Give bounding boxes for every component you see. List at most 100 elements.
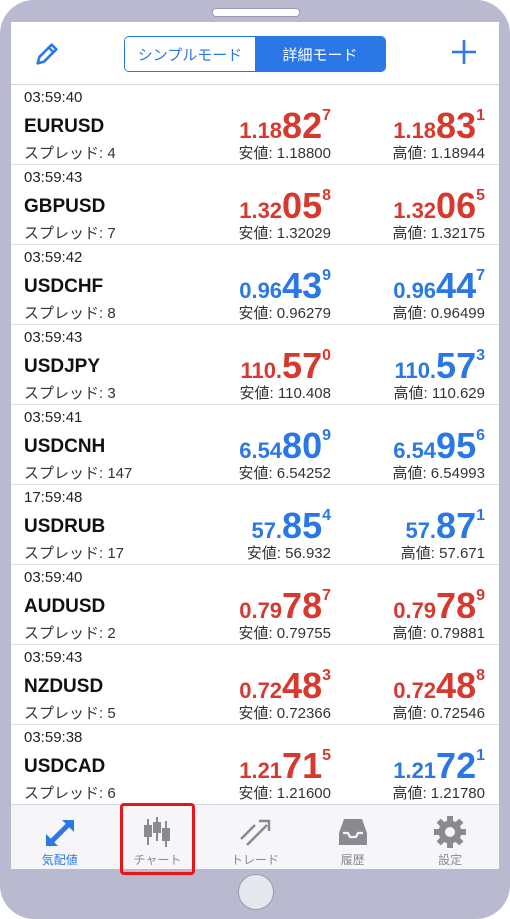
tab-quotes[interactable]: 気配値	[11, 805, 109, 869]
low-price: 安値: 0.79755	[238, 625, 331, 642]
quote-row[interactable]: 03:59:43 USDJPY スプレッド: 3 110.570 110.573 安値: …	[11, 325, 499, 405]
ask-price-prefix: 1.32	[393, 198, 437, 223]
spread-label: スプレッド: 5	[24, 705, 116, 722]
spread-label: スプレッド: 3	[24, 385, 116, 402]
history-inbox-icon	[338, 819, 367, 845]
quote-row[interactable]: 03:59:43 GBPUSD スプレッド: 7 1.32058 1.32065 安値: …	[11, 165, 499, 245]
low-price: 安値: 6.54252	[238, 465, 331, 482]
symbol-name: USDJPY	[24, 356, 101, 377]
ask-price-pip: 6	[476, 427, 485, 444]
symbol-name: GBPUSD	[24, 196, 106, 217]
ask-price-big: 57	[436, 345, 477, 386]
ask-price-pip: 7	[476, 267, 485, 284]
symbol-name: USDCHF	[24, 276, 104, 297]
ask-price-prefix: 57.	[405, 518, 437, 543]
high-price: 高値: 110.629	[393, 385, 485, 402]
ask-price: 0.96447	[315, 265, 485, 307]
mode-segmented-control: シンプルモード 詳細モード	[124, 36, 386, 72]
symbol-name: EURUSD	[24, 116, 105, 137]
bid-price-prefix: 0.72	[239, 678, 283, 703]
high-price: 高値: 1.21780	[392, 785, 485, 802]
bid-price: 1.32058	[161, 185, 331, 227]
quote-row[interactable]: 03:59:43 NZDUSD スプレッド: 5 0.72483 0.72488 安値: …	[11, 645, 499, 725]
high-price: 高値: 0.79881	[392, 625, 485, 642]
quote-row[interactable]: 03:59:40 AUDUSD スプレッド: 2 0.79787 0.79789 安値: …	[11, 565, 499, 645]
bid-price-prefix: 57.	[251, 518, 283, 543]
tab-history[interactable]: 履歴	[304, 805, 402, 869]
quote-time: 17:59:48	[24, 489, 83, 506]
ask-price-prefix: 110.	[394, 358, 437, 383]
quote-row[interactable]: 03:59:41 USDCNH スプレッド: 147 6.54809 6.54956 安値…	[11, 405, 499, 485]
ask-price: 1.18831	[315, 105, 485, 147]
high-price: 高値: 0.96499	[392, 305, 485, 322]
symbol-name: USDCNH	[24, 436, 106, 457]
ask-price-prefix: 1.21	[393, 758, 437, 783]
low-price: 安値: 56.932	[246, 545, 331, 562]
high-price: 高値: 6.54993	[392, 465, 485, 482]
tab-chart[interactable]: チャート	[109, 803, 207, 875]
ask-price-big: 44	[436, 265, 477, 306]
tab-history-label: 履歴	[340, 853, 365, 867]
ask-price-big: 48	[436, 665, 477, 706]
ask-price: 1.32065	[315, 185, 485, 227]
low-price: 安値: 0.96279	[238, 305, 331, 322]
spread-label: スプレッド: 7	[24, 225, 116, 242]
high-price: 高値: 1.32175	[392, 225, 485, 242]
ask-price: 0.79789	[315, 585, 485, 627]
tab-settings[interactable]: 設定	[401, 805, 499, 869]
low-price: 安値: 110.408	[239, 385, 331, 402]
ask-price: 57.871	[315, 505, 485, 547]
symbol-name: USDCAD	[24, 756, 106, 777]
pencil-edit-icon[interactable]	[33, 40, 61, 68]
ask-price-pip: 9	[476, 587, 485, 604]
tab-trade[interactable]: トレード	[206, 805, 304, 869]
quote-row[interactable]: 03:59:38 USDCAD スプレッド: 6 1.21715 1.21721 安値: …	[11, 725, 499, 805]
screen: シンプルモード 詳細モード 03:59:40 EURUSD スプレッド: 4 1.18…	[11, 22, 499, 875]
nav-bar: シンプルモード 詳細モード	[11, 22, 499, 85]
tab-settings-label: 設定	[438, 853, 463, 867]
high-price: 高値: 0.72546	[392, 705, 485, 722]
bid-price: 110.570	[161, 345, 331, 387]
low-price: 安値: 1.18800	[238, 145, 331, 162]
bid-price-prefix: 0.79	[239, 598, 283, 623]
ask-price-pip: 3	[476, 347, 485, 364]
low-price: 安値: 1.21600	[238, 785, 331, 802]
symbol-name: NZDUSD	[24, 676, 104, 697]
ask-price: 0.72488	[315, 665, 485, 707]
spread-label: スプレッド: 8	[24, 305, 116, 322]
simple-mode-tab[interactable]: シンプルモード	[125, 37, 255, 71]
tab-chart-label: チャート	[133, 853, 182, 867]
ask-price-big: 83	[436, 105, 477, 146]
quote-time: 03:59:38	[24, 729, 83, 746]
bid-price-prefix: 1.21	[239, 758, 283, 783]
ask-price-big: 06	[436, 185, 477, 226]
quote-time: 03:59:43	[24, 649, 83, 666]
bid-price: 1.18827	[161, 105, 331, 147]
quote-row[interactable]: 17:59:48 USDRUB スプレッド: 17 57.854 57.871 安値: 5…	[11, 485, 499, 565]
quote-row[interactable]: 03:59:42 USDCHF スプレッド: 8 0.96439 0.96447 安値: …	[11, 245, 499, 325]
quotes-arrows-icon	[45, 820, 74, 847]
bid-price-prefix: 6.54	[239, 438, 283, 463]
add-symbol-icon[interactable]	[451, 39, 477, 65]
ask-price-prefix: 1.18	[393, 118, 437, 143]
spread-label: スプレッド: 6	[24, 785, 116, 802]
home-button[interactable]	[238, 874, 274, 910]
quote-row[interactable]: 03:59:40 EURUSD スプレッド: 4 1.18827 1.18831 安値: …	[11, 85, 499, 165]
bid-price-prefix: 1.18	[239, 118, 283, 143]
ask-price-pip: 1	[476, 747, 485, 764]
symbol-name: AUDUSD	[24, 596, 106, 617]
ask-price: 1.21721	[315, 745, 485, 787]
ask-price-pip: 8	[476, 667, 485, 684]
ask-price: 6.54956	[315, 425, 485, 467]
symbol-name: USDRUB	[24, 516, 106, 537]
ask-price-prefix: 6.54	[393, 438, 437, 463]
detail-mode-tab[interactable]: 詳細モード	[255, 37, 385, 71]
ask-price-big: 78	[436, 585, 477, 626]
spread-label: スプレッド: 147	[24, 465, 133, 482]
spread-label: スプレッド: 4	[24, 145, 116, 162]
ask-price-big: 72	[436, 745, 477, 786]
bid-price: 0.72483	[161, 665, 331, 707]
high-price: 高値: 57.671	[400, 545, 485, 562]
bid-price-prefix: 110.	[240, 358, 283, 383]
bid-price: 1.21715	[161, 745, 331, 787]
